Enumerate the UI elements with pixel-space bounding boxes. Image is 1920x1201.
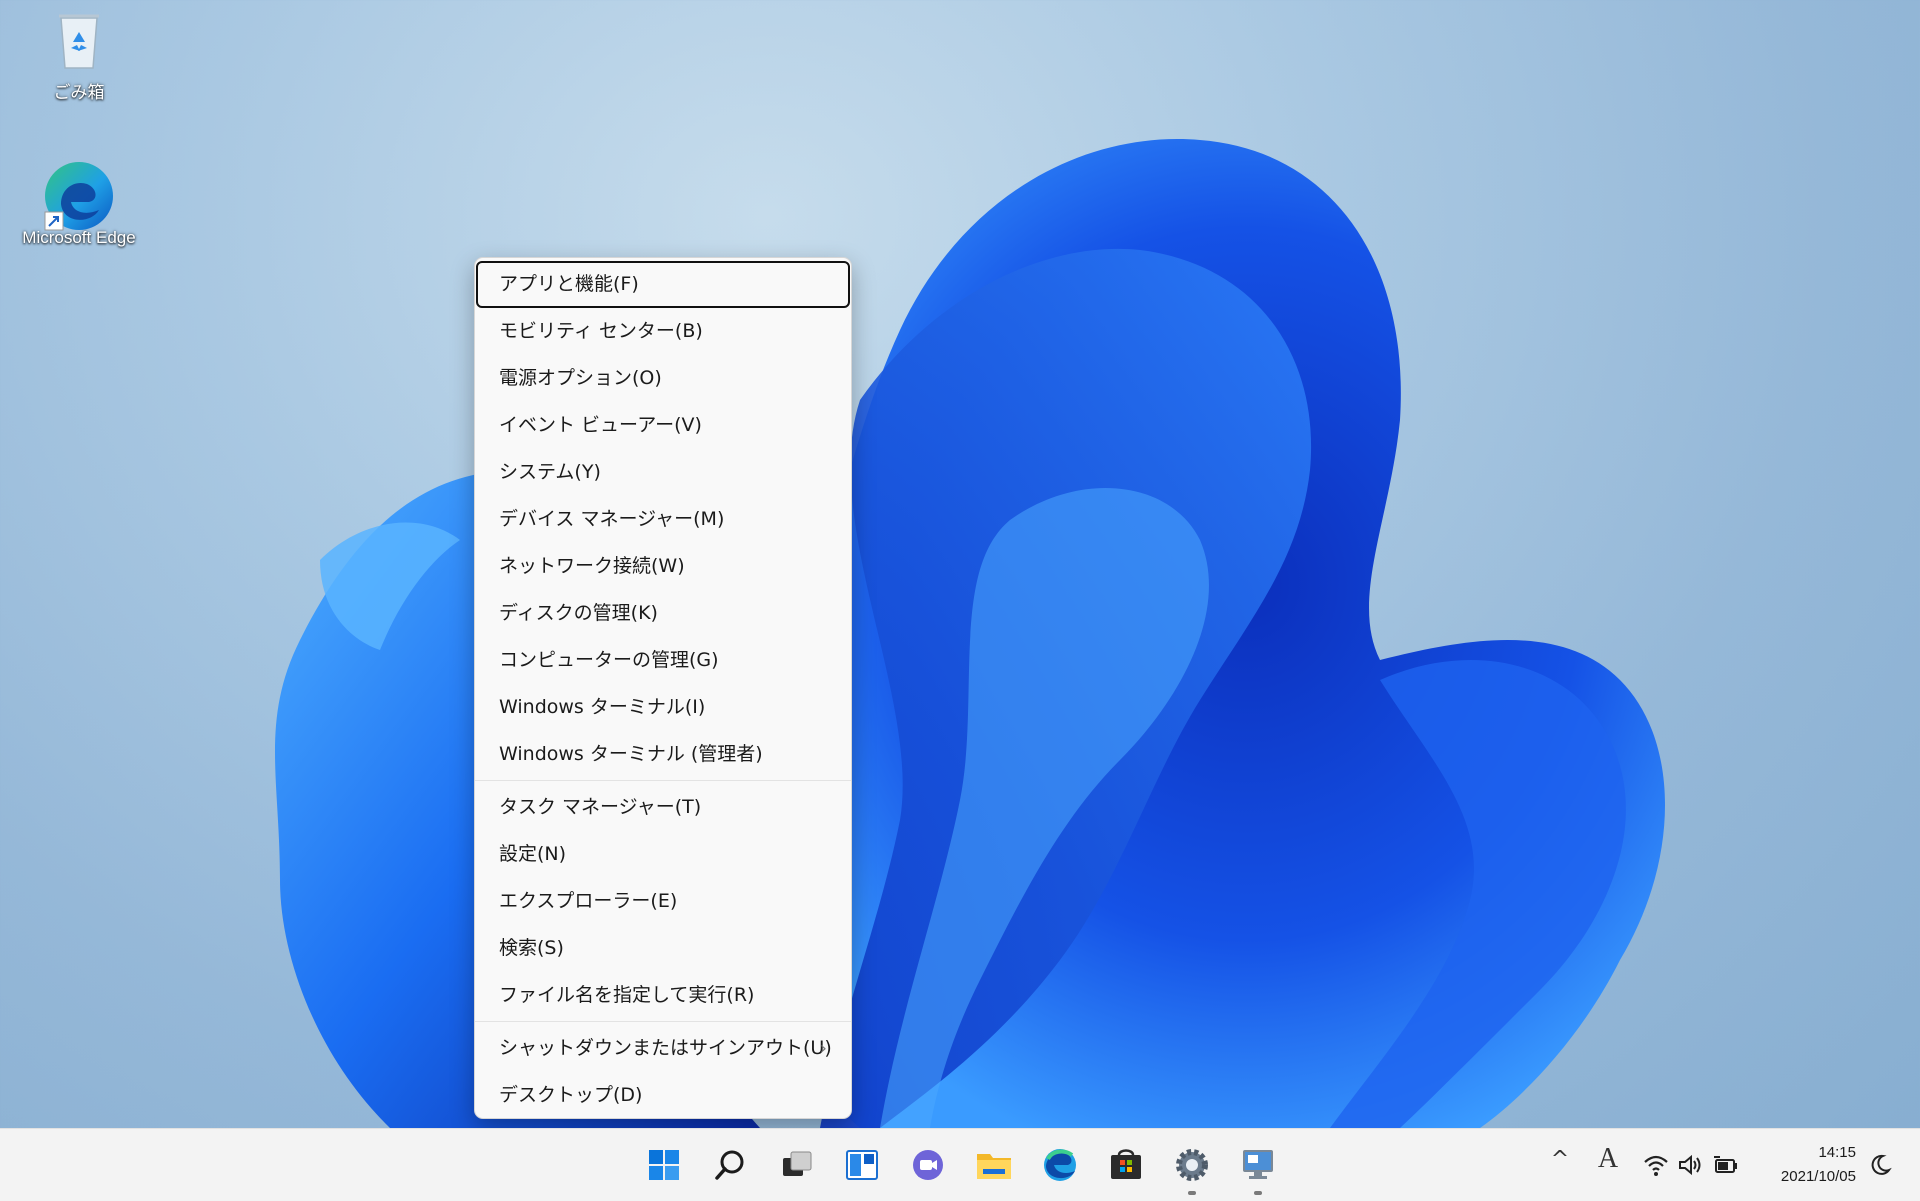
recycle-bin-icon [47,8,111,72]
menu-separator [475,1021,851,1022]
menu-item-task-manager[interactable]: タスク マネージャー(T) [477,784,849,831]
winx-context-menu: アプリと機能(F) モビリティ センター(B) 電源オプション(O) イベント … [474,257,852,1119]
menu-item-label: イベント ビューアー(V) [499,414,702,436]
menu-item-device-manager[interactable]: デバイス マネージャー(M) [477,496,849,543]
edge-button[interactable] [1034,1139,1086,1191]
menu-item-file-explorer[interactable]: エクスプローラー(E) [477,878,849,925]
chat-icon [913,1150,943,1180]
menu-item-label: Windows ターミナル(I) [499,696,706,718]
settings-button[interactable] [1166,1139,1218,1195]
store-icon [1111,1149,1141,1179]
focus-assist-icon[interactable] [1866,1151,1894,1179]
taskbar: ^ A 14:15 2021/10/05 [0,1128,1920,1201]
desktop-icon-microsoft-edge[interactable]: Microsoft Edge [14,158,144,248]
menu-item-label: デスクトップ(D) [499,1084,643,1106]
widgets-icon [846,1150,878,1180]
search-button[interactable] [704,1139,756,1191]
menu-item-label: アプリと機能(F) [499,273,639,295]
clock-time: 14:15 [1818,1144,1856,1161]
menu-item-system[interactable]: システム(Y) [477,449,849,496]
menu-item-label: 電源オプション(O) [499,367,662,389]
menu-item-desktop[interactable]: デスクトップ(D) [477,1072,849,1119]
task-view-icon [783,1151,812,1176]
file-explorer-button[interactable] [968,1139,1020,1191]
show-hidden-icons-chevron-icon[interactable]: ^ [1546,1147,1574,1175]
menu-item-disk-management[interactable]: ディスクの管理(K) [477,590,849,637]
store-button[interactable] [1100,1139,1152,1191]
ime-mode-indicator[interactable]: A [1594,1145,1622,1173]
menu-item-label: Windows ターミナル (管理者) [499,743,763,765]
chat-button[interactable] [902,1139,954,1191]
menu-item-apps-features[interactable]: アプリと機能(F) [476,261,850,308]
menu-item-settings[interactable]: 設定(N) [477,831,849,878]
menu-item-windows-terminal[interactable]: Windows ターミナル(I) [477,684,849,731]
menu-item-label: シャットダウンまたはサインアウト(U) [499,1037,832,1059]
menu-separator [475,780,851,781]
menu-item-label: ディスクの管理(K) [499,602,658,624]
wallpaper-bloom [275,139,1665,1128]
menu-item-power-options[interactable]: 電源オプション(O) [477,355,849,402]
menu-item-windows-terminal-admin[interactable]: Windows ターミナル (管理者) [477,731,849,778]
menu-item-label: タスク マネージャー(T) [499,796,702,818]
start-icon [649,1150,679,1180]
menu-item-label: 設定(N) [499,843,567,865]
menu-item-label: コンピューターの管理(G) [499,649,719,671]
system-clock[interactable]: 14:15 2021/10/05 [1756,1141,1856,1189]
remote-desktop-icon [1243,1150,1273,1179]
search-icon [715,1150,744,1180]
menu-item-network-connections[interactable]: ネットワーク接続(W) [477,543,849,590]
file-explorer-icon [977,1154,1011,1179]
microsoft-edge-icon [44,158,113,231]
volume-icon[interactable] [1676,1151,1704,1179]
running-indicator [1188,1191,1196,1195]
task-view-button[interactable] [770,1139,822,1191]
desktop-icon-recycle-bin[interactable]: ごみ箱 [14,8,144,103]
menu-item-computer-management[interactable]: コンピューターの管理(G) [477,637,849,684]
menu-item-label: ネットワーク接続(W) [499,555,685,577]
menu-item-run[interactable]: ファイル名を指定して実行(R) [477,972,849,1019]
remote-desktop-button[interactable] [1232,1139,1284,1195]
chevron-right-icon: › [819,1038,827,1059]
wifi-icon[interactable] [1642,1151,1670,1179]
menu-item-label: モビリティ センター(B) [499,320,703,342]
menu-item-label: 検索(S) [499,937,564,959]
edge-icon [1044,1149,1076,1181]
widgets-button[interactable] [836,1139,888,1191]
menu-item-search[interactable]: 検索(S) [477,925,849,972]
menu-item-shutdown-signout[interactable]: シャットダウンまたはサインアウト(U) › [477,1025,849,1072]
battery-icon[interactable] [1712,1151,1740,1179]
menu-item-label: システム(Y) [499,461,601,483]
start-button[interactable] [638,1139,690,1191]
menu-item-label: デバイス マネージャー(M) [499,508,725,530]
menu-item-label: ファイル名を指定して実行(R) [499,984,755,1006]
clock-date: 2021/10/05 [1780,1168,1856,1185]
menu-item-label: エクスプローラー(E) [499,890,678,912]
recycle-bin-label: ごみ箱 [53,83,105,102]
menu-item-event-viewer[interactable]: イベント ビューアー(V) [477,402,849,449]
running-indicator [1254,1191,1262,1195]
settings-icon [1176,1149,1208,1181]
menu-item-mobility-center[interactable]: モビリティ センター(B) [477,308,849,355]
